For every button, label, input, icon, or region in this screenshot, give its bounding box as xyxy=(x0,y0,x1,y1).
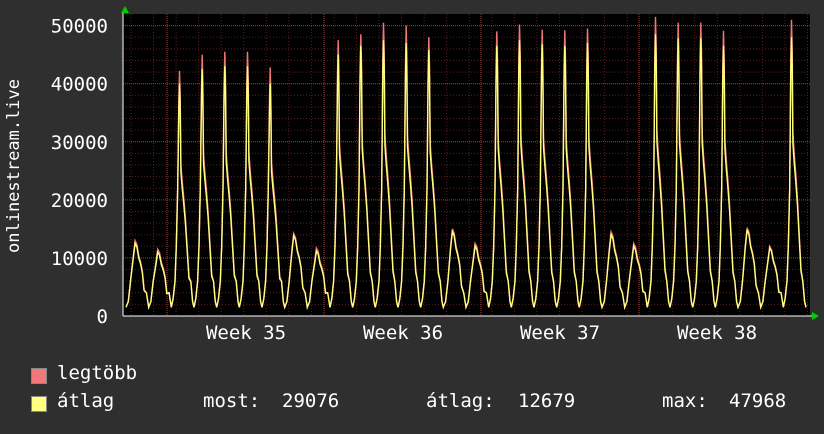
x-tick-label: Week 37 xyxy=(520,322,600,344)
y-tick-label: 10000 xyxy=(51,248,108,270)
summary-most-value: 29076 xyxy=(282,390,340,412)
summary-most-label: most: xyxy=(203,390,261,412)
x-tick-label: Week 36 xyxy=(363,322,443,344)
legend-swatch-atlag xyxy=(31,396,47,412)
y-tick-label: 20000 xyxy=(51,190,108,212)
y-axis-arrow-icon xyxy=(121,6,129,13)
chart-container: 0 10000 20000 30000 40000 50000 Week 35 Week 3… xyxy=(0,0,824,430)
y-axis-label: onlinestream.live xyxy=(4,79,24,253)
y-tick-label: 50000 xyxy=(51,16,108,38)
x-tick-labels: Week 35 Week 36 Week 37 Week 38 xyxy=(206,322,757,344)
legend-swatch-legtobb xyxy=(31,368,47,384)
summary-max-label: max: xyxy=(662,390,708,412)
y-tick-label: 40000 xyxy=(51,74,108,96)
legend-label-atlag: átlag xyxy=(57,390,115,412)
x-tick-label: Week 38 xyxy=(677,322,757,344)
summary-atlag-label: átlag: xyxy=(426,390,495,412)
legend-label-legtobb: legtöbb xyxy=(57,362,138,384)
summary-atlag-value: 12679 xyxy=(518,390,576,412)
x-tick-label: Week 35 xyxy=(206,322,286,344)
y-tick-label: 0 xyxy=(97,306,108,328)
x-axis-arrow-icon xyxy=(812,312,819,320)
y-tick-labels: 0 10000 20000 30000 40000 50000 xyxy=(51,16,108,328)
y-tick-label: 30000 xyxy=(51,132,108,154)
summary-max-value: 47968 xyxy=(729,390,787,412)
